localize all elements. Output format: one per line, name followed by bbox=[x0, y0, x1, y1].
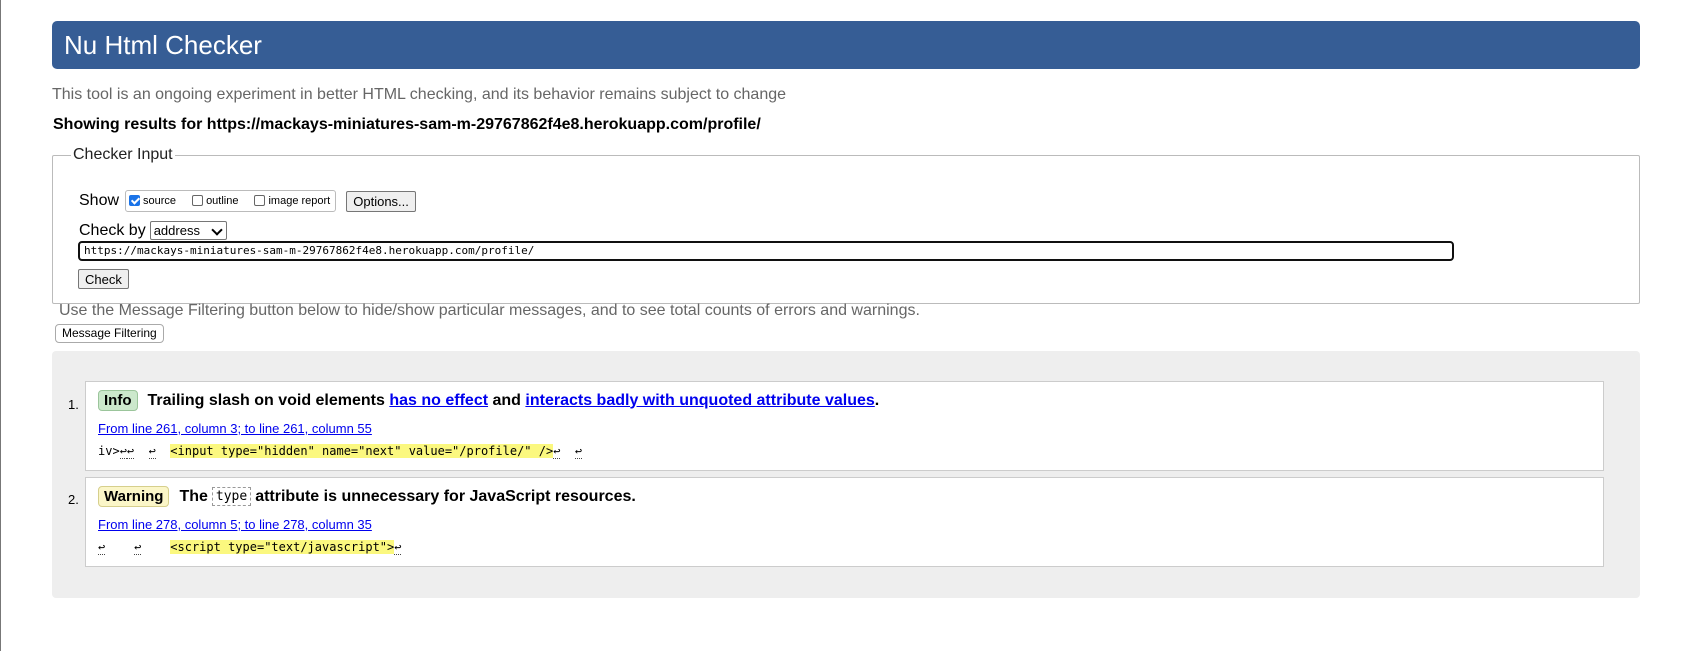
excerpt-highlight: <script type="text/javascript"> bbox=[170, 540, 395, 554]
url-input[interactable]: https://mackays-miniatures-sam-m-2976786… bbox=[78, 241, 1454, 261]
check-by-select[interactable]: address bbox=[149, 221, 227, 240]
disclaimer-text: This tool is an ongoing experiment in be… bbox=[52, 86, 787, 103]
return-icon: ↩ bbox=[119, 444, 127, 459]
excerpt-text: iv> bbox=[98, 444, 120, 458]
code-fragment: type bbox=[211, 487, 252, 506]
message-item-info: Info Trailing slash on void elements has… bbox=[85, 381, 1604, 471]
message-filtering-note: Use the Message Filtering button below t… bbox=[59, 302, 920, 319]
return-icon: ↩ bbox=[148, 444, 156, 459]
info-badge: Info bbox=[98, 390, 138, 411]
chevron-down-icon bbox=[211, 224, 223, 236]
checker-input-fieldset: Checker Input Show source outline image … bbox=[52, 146, 1640, 304]
option-outline[interactable]: outline bbox=[192, 194, 239, 207]
showing-results-heading: Showing results for https://mackays-mini… bbox=[53, 116, 761, 133]
message-title: Warning The type attribute is unnecessar… bbox=[98, 486, 636, 507]
return-icon: ↩ bbox=[134, 540, 142, 555]
image-report-checkbox[interactable] bbox=[254, 194, 266, 206]
option-source[interactable]: source bbox=[129, 194, 177, 207]
warning-badge: Warning bbox=[98, 486, 170, 507]
option-image-report[interactable]: image report bbox=[254, 194, 331, 207]
source-excerpt: iv>↩↩ ↩ <input type="hidden" name="next"… bbox=[98, 444, 583, 459]
checker-input-legend: Checker Input bbox=[73, 146, 173, 163]
message-text-end: attribute is unnecessary for JavaScript … bbox=[255, 487, 636, 505]
image-report-checkbox-label: image report bbox=[268, 195, 331, 207]
check-by-label: Check by bbox=[79, 221, 146, 239]
show-label: Show bbox=[79, 192, 120, 209]
return-icon: ↩ bbox=[98, 540, 106, 555]
message-filtering-button[interactable]: Message Filtering bbox=[55, 324, 164, 343]
show-options-group: source outline image report bbox=[125, 190, 337, 212]
page-header: Nu Html Checker bbox=[52, 21, 1640, 69]
message-text: The bbox=[179, 487, 208, 505]
outline-checkbox-label: outline bbox=[206, 195, 239, 207]
check-by-row: Check by address bbox=[79, 221, 227, 240]
return-icon: ↩ bbox=[126, 444, 135, 459]
message-text-connector: and bbox=[492, 391, 521, 409]
message-text-end: . bbox=[874, 391, 880, 409]
source-checkbox-label: source bbox=[143, 195, 177, 207]
results-panel: 1. Info Trailing slash on void elements … bbox=[52, 351, 1640, 598]
outline-checkbox[interactable] bbox=[192, 194, 204, 206]
return-icon: ↩ bbox=[553, 444, 561, 459]
message-text: Trailing slash on void elements bbox=[147, 391, 385, 409]
message-number: 2. bbox=[68, 492, 79, 507]
return-icon: ↩ bbox=[574, 444, 583, 459]
unquoted-attribute-values-link[interactable]: interacts badly with unquoted attribute … bbox=[525, 392, 874, 410]
message-number: 1. bbox=[68, 397, 79, 412]
page-title: Nu Html Checker bbox=[64, 30, 262, 60]
source-excerpt: ↩ ↩ <script type="text/javascript">↩ bbox=[98, 540, 402, 555]
excerpt-highlight: <input type="hidden" name="next" value="… bbox=[170, 444, 554, 458]
message-item-warning: Warning The type attribute is unnecessar… bbox=[85, 477, 1604, 567]
has-no-effect-link[interactable]: has no effect bbox=[389, 392, 488, 410]
options-button[interactable]: Options... bbox=[346, 190, 416, 212]
return-icon: ↩ bbox=[394, 540, 402, 555]
check-by-selected-value: address bbox=[153, 223, 200, 238]
show-options-row: Show source outline image report Options… bbox=[79, 190, 416, 212]
check-button[interactable]: Check bbox=[78, 269, 129, 289]
source-checkbox[interactable] bbox=[129, 194, 141, 206]
location-link[interactable]: From line 278, column 5; to line 278, co… bbox=[98, 517, 372, 532]
location-link[interactable]: From line 261, column 3; to line 261, co… bbox=[98, 421, 372, 436]
window-edge bbox=[0, 0, 1, 651]
message-title: Info Trailing slash on void elements has… bbox=[98, 390, 879, 411]
